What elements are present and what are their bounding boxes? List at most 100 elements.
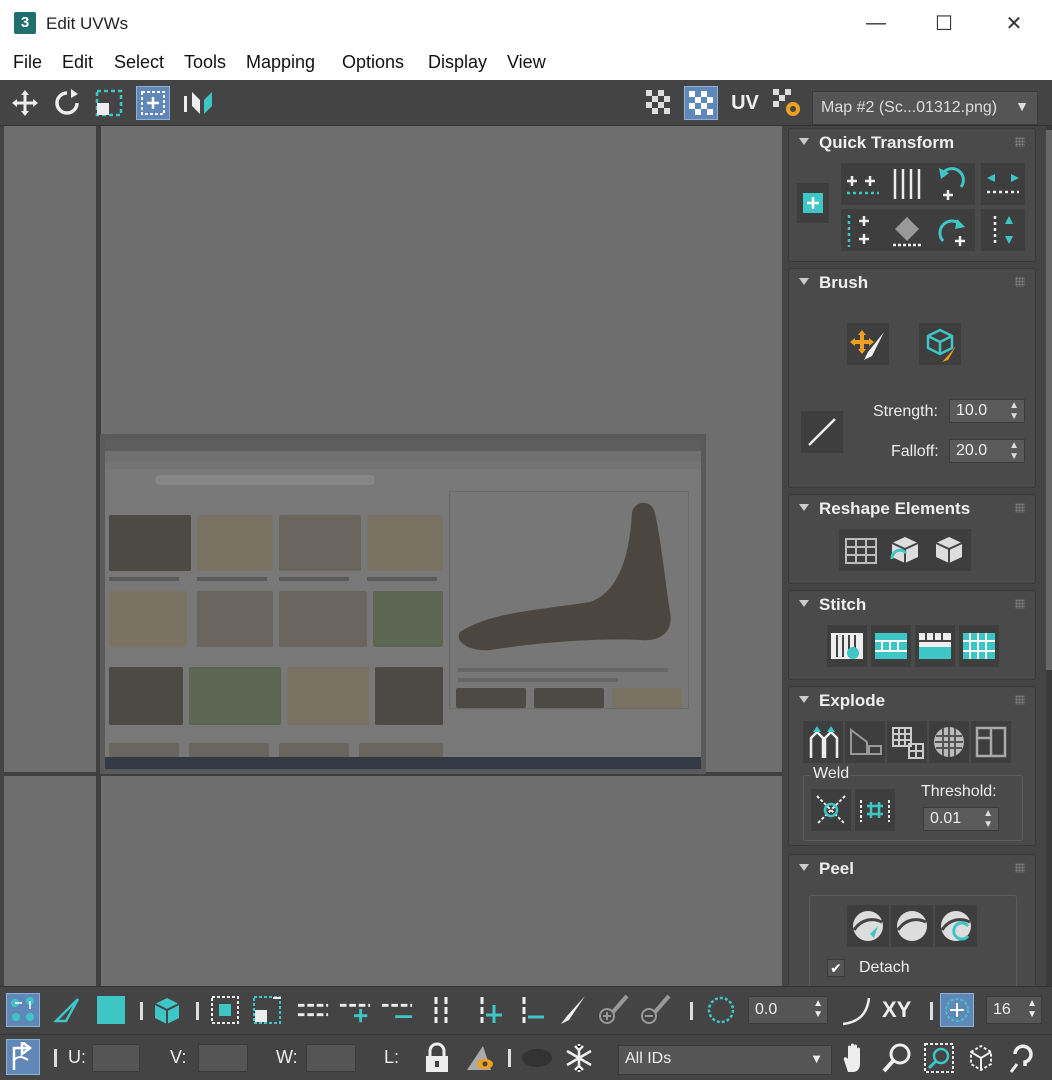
menu-file[interactable]: File — [13, 52, 42, 73]
target-weld-icon[interactable] — [855, 789, 895, 831]
paint-select-remove-icon[interactable] — [638, 993, 672, 1027]
drag-grip-icon[interactable] — [1015, 863, 1025, 873]
relax-brush-icon[interactable] — [919, 323, 961, 365]
drag-grip-icon[interactable] — [1015, 599, 1025, 609]
loop-shrink-icon[interactable] — [380, 993, 414, 1027]
stitch-custom-icon[interactable] — [827, 625, 867, 667]
menu-select[interactable]: Select — [114, 52, 164, 73]
flatten-by-smoothing-icon[interactable] — [929, 721, 969, 763]
face-select-icon[interactable] — [94, 993, 128, 1027]
falloff-type-icon[interactable] — [838, 993, 872, 1027]
falloff-curve-icon[interactable] — [801, 411, 843, 453]
rotate-icon[interactable] — [50, 86, 84, 120]
rollout-header[interactable]: Explode — [789, 687, 1035, 715]
drag-grip-icon[interactable] — [1015, 137, 1025, 147]
uv-editor-viewport[interactable] — [4, 126, 782, 986]
grow-selection-icon[interactable] — [208, 993, 242, 1027]
flatten-by-polygon-icon[interactable] — [887, 721, 927, 763]
texture-settings-icon[interactable] — [770, 86, 804, 120]
freeze-icon[interactable] — [562, 1041, 596, 1075]
menu-tools[interactable]: Tools — [184, 52, 226, 73]
soft-selection-value[interactable]: 0.0 ▲ ▼ — [748, 996, 828, 1024]
flatten-by-material-icon[interactable] — [971, 721, 1011, 763]
ring-grow-icon[interactable] — [472, 993, 506, 1027]
relax-icon[interactable] — [883, 529, 927, 571]
weld-selected-icon[interactable] — [811, 789, 851, 831]
spinner-arrows-icon[interactable]: ▲ ▼ — [1009, 400, 1019, 422]
stitch-target-icon[interactable] — [871, 625, 911, 667]
pan-hand-icon[interactable] — [838, 1041, 872, 1075]
detach-checkbox[interactable]: ✔ — [827, 959, 845, 977]
panel-scrollbar-thumb[interactable] — [1046, 130, 1052, 670]
rollout-header[interactable]: Peel — [789, 855, 1035, 883]
edge-select-icon[interactable] — [50, 993, 84, 1027]
paint-select-add-icon[interactable] — [596, 993, 630, 1027]
rollout-header[interactable]: Stitch — [789, 591, 1035, 619]
v-field[interactable] — [198, 1044, 248, 1072]
stitch-source-icon[interactable] — [959, 625, 999, 667]
scale-icon[interactable] — [92, 86, 126, 120]
quick-peel-icon[interactable] — [847, 905, 889, 947]
vertex-select-icon[interactable] — [6, 993, 40, 1027]
spinner-arrows-icon[interactable]: ▲ ▼ — [1009, 440, 1019, 462]
shrink-selection-icon[interactable] — [250, 993, 284, 1027]
rollout-header[interactable]: Reshape Elements — [789, 495, 1035, 523]
relax-settings-icon[interactable] — [927, 529, 971, 571]
help-icon[interactable] — [1006, 1041, 1040, 1075]
space-vertical-icon[interactable] — [981, 209, 1025, 251]
edge-distance-value[interactable]: 16 ▲ ▼ — [986, 996, 1042, 1024]
reset-peel-icon[interactable] — [935, 905, 977, 947]
drag-grip-icon[interactable] — [1015, 277, 1025, 287]
loop-grow-icon[interactable] — [338, 993, 372, 1027]
menu-display[interactable]: Display — [428, 52, 487, 73]
freeform-icon[interactable] — [136, 86, 170, 120]
limit-by-edges-icon[interactable] — [940, 993, 974, 1027]
peel-mode-icon[interactable] — [891, 905, 933, 947]
spinner-arrows-icon[interactable]: ▲ ▼ — [983, 808, 993, 830]
detach-edge-icon[interactable] — [845, 721, 885, 763]
rollout-header[interactable]: Quick Transform — [789, 129, 1035, 157]
lock-icon[interactable] — [420, 1041, 454, 1075]
ring-shrink-icon[interactable] — [514, 993, 548, 1027]
soft-selection-icon[interactable] — [704, 993, 738, 1027]
menu-edit[interactable]: Edit — [62, 52, 93, 73]
paint-move-icon[interactable] — [847, 323, 889, 365]
ring-select-icon[interactable] — [424, 993, 458, 1027]
mirror-icon[interactable] — [182, 86, 216, 120]
space-horizontal-icon[interactable] — [981, 163, 1025, 205]
loop-select-icon[interactable] — [296, 993, 330, 1027]
maximize-button[interactable]: ☐ — [924, 8, 964, 38]
checker-pattern-icon[interactable] — [642, 86, 676, 120]
absolute-offset-icon[interactable] — [6, 1039, 40, 1075]
stitch-average-icon[interactable] — [915, 625, 955, 667]
drag-grip-icon[interactable] — [1015, 503, 1025, 513]
drag-grip-icon[interactable] — [1015, 695, 1025, 705]
ids-dropdown[interactable]: All IDs ▼ — [618, 1045, 832, 1075]
pivot-icon[interactable] — [797, 183, 829, 223]
falloff-spinner[interactable]: 20.0 ▲ ▼ — [949, 439, 1025, 463]
minimize-button[interactable]: — — [856, 8, 896, 38]
w-field[interactable] — [306, 1044, 356, 1072]
u-field[interactable] — [92, 1044, 140, 1072]
map-dropdown[interactable]: Map #2 (Sc...01312.png) ▼ — [812, 91, 1038, 125]
falloff-space-toggle[interactable]: XY — [882, 997, 911, 1023]
zoom-icon[interactable] — [880, 1041, 914, 1075]
show-icon[interactable] — [520, 1041, 554, 1075]
menu-options[interactable]: Options — [342, 52, 404, 73]
zoom-region-icon[interactable] — [922, 1041, 956, 1075]
zoom-extents-icon[interactable] — [964, 1041, 998, 1075]
hide-icon[interactable] — [462, 1041, 496, 1075]
show-map-icon[interactable] — [684, 86, 718, 120]
uv-toggle[interactable]: UV — [728, 86, 762, 120]
spinner-arrows-icon[interactable]: ▲ ▼ — [813, 998, 823, 1020]
menu-mapping[interactable]: Mapping — [246, 52, 315, 73]
threshold-spinner[interactable]: 0.01 ▲ ▼ — [923, 807, 999, 831]
spinner-arrows-icon[interactable]: ▲ ▼ — [1027, 998, 1037, 1020]
rollout-header[interactable]: Brush — [789, 269, 1035, 297]
move-icon[interactable] — [8, 86, 42, 120]
straighten-icon[interactable] — [839, 529, 883, 571]
paint-select-icon[interactable] — [554, 993, 588, 1027]
element-select-icon[interactable] — [150, 993, 184, 1027]
break-icon[interactable] — [803, 721, 843, 763]
strength-spinner[interactable]: 10.0 ▲ ▼ — [949, 399, 1025, 423]
